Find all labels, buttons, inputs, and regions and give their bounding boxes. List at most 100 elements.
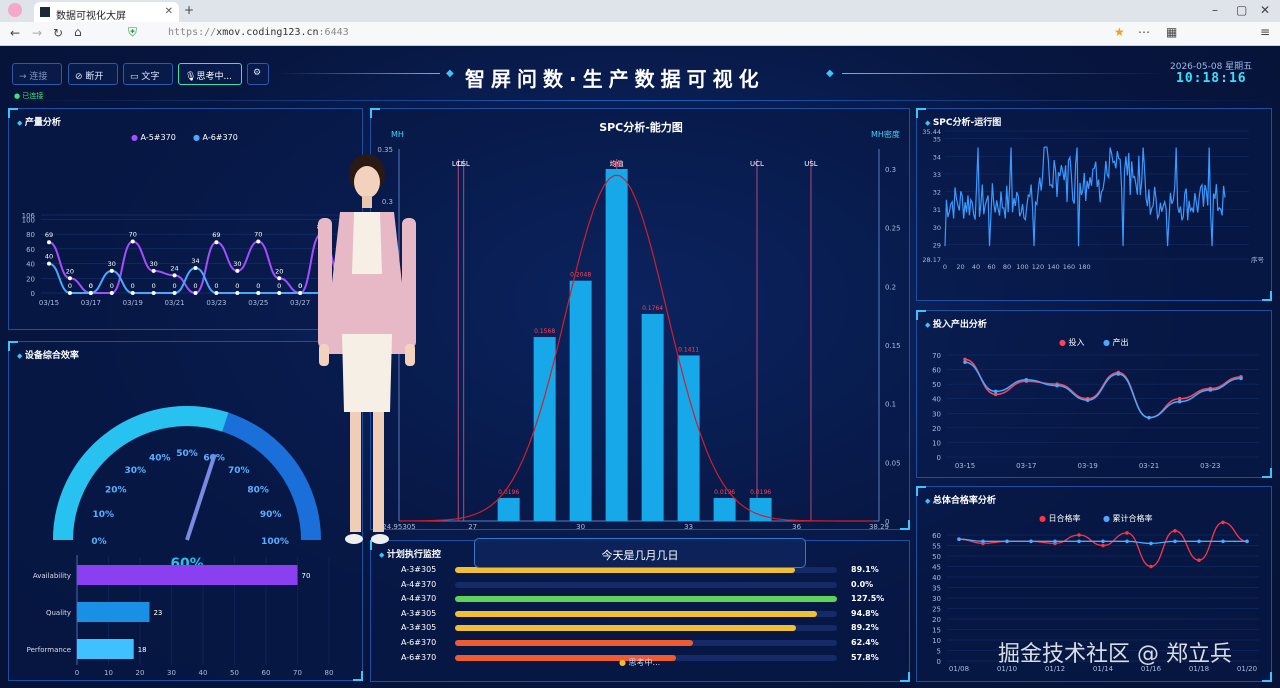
- io-panel: 投入产出分析 ● 投入 ● 产出 01020304050607003-1503-…: [916, 310, 1272, 478]
- url-field[interactable]: https://xmov.coding123.cn:6443: [168, 27, 349, 38]
- efficiency-bar-value: 18: [138, 646, 147, 654]
- home-icon[interactable]: ⌂: [74, 25, 82, 39]
- forward-icon[interactable]: →: [32, 26, 42, 40]
- quality-point: [957, 537, 961, 541]
- text-button[interactable]: ▭ 文字: [123, 63, 173, 85]
- run-line: [944, 146, 1226, 247]
- browser-tab[interactable]: 数据可视化大屏 ✕: [34, 2, 179, 22]
- run-ytick: 34: [933, 153, 941, 161]
- production-point: [172, 273, 177, 278]
- gauge-tick-label: 90%: [260, 510, 282, 520]
- menu-icon[interactable]: ≡: [1260, 25, 1270, 39]
- connect-button[interactable]: → 连接: [12, 63, 62, 85]
- run-xtick: 80: [1003, 263, 1011, 271]
- thinking-button[interactable]: 🎙思考中...: [178, 63, 242, 85]
- efficiency-bar-value: 70: [302, 572, 311, 580]
- efficiency-xtick: 10: [104, 669, 113, 677]
- io-line-output: [964, 361, 1242, 419]
- io-point: [963, 360, 967, 365]
- quality-ytick: 45: [932, 564, 941, 572]
- production-ytick: 20: [26, 275, 35, 283]
- production-point: [277, 291, 282, 295]
- run-xtick: 60: [987, 263, 995, 271]
- window-minimize-icon[interactable]: –: [1212, 3, 1218, 17]
- window-close-icon[interactable]: ✕: [1260, 3, 1270, 17]
- quality-point: [1245, 539, 1249, 544]
- plan-row-track: [455, 596, 837, 603]
- shield-icon[interactable]: ⛨: [128, 25, 137, 40]
- production-data-label: 69: [212, 231, 220, 239]
- io-point: [1116, 372, 1121, 376]
- spc-run-panel: SPC分析-运行图 28.172930313233343535.44020406…: [916, 108, 1272, 301]
- spc-ytick-right: 0.05: [885, 459, 901, 467]
- run-xtick: 100: [1016, 263, 1028, 271]
- reload-icon[interactable]: ↻: [53, 26, 63, 40]
- efficiency-bar-chart: 0 10 20 30 40 50 60 70 80 Availability 70 Quality 23…: [27, 555, 333, 677]
- spc-xtick: 30: [576, 523, 585, 531]
- plan-row: A-3#305 94.8%: [371, 607, 901, 621]
- efficiency-xtick: 0: [75, 669, 79, 677]
- io-ytick: 10: [932, 439, 941, 447]
- production-data-label: 0: [235, 282, 239, 290]
- new-tab-icon[interactable]: +: [184, 3, 194, 17]
- production-data-label: 0: [173, 282, 177, 290]
- production-data-label: 70: [129, 230, 137, 238]
- spc-marker-label: USL: [804, 160, 818, 168]
- quality-point: [1173, 539, 1177, 544]
- production-xtick: 03/15: [39, 299, 59, 307]
- efficiency-xtick: 30: [167, 669, 176, 677]
- window-maximize-icon[interactable]: ▢: [1236, 3, 1247, 17]
- production-xtick: 03/17: [81, 299, 101, 307]
- plan-row-fill: [455, 610, 818, 617]
- spc-marker-label: LSL: [458, 160, 470, 168]
- header-diamond-left-icon: ◆: [446, 68, 454, 79]
- subtitle-bubble: 今天是几月几日: [474, 538, 806, 568]
- efficiency-bar-label: Availability: [33, 572, 71, 580]
- plan-row-value: 94.8%: [851, 608, 879, 618]
- spc-ytick-right: 0.1: [885, 401, 896, 409]
- run-xtick: 40: [972, 263, 980, 271]
- quality-point: [1053, 539, 1057, 544]
- star-icon[interactable]: ★: [1114, 25, 1125, 39]
- spc-bar-label: 0.1568: [534, 328, 555, 335]
- gauge-needle: [185, 453, 217, 541]
- settings-gear-icon[interactable]: ⚙: [247, 63, 269, 85]
- spc-xtick: 27: [468, 523, 477, 531]
- run-ytick: 32: [933, 189, 941, 197]
- more-icon[interactable]: ⋯: [1138, 25, 1150, 39]
- tab-title: 数据可视化大屏: [56, 11, 126, 22]
- io-xtick: 03-15: [955, 462, 975, 470]
- gauge-tick-label: 10%: [93, 510, 115, 520]
- back-icon[interactable]: ←: [10, 26, 20, 40]
- profile-avatar-icon[interactable]: [8, 3, 22, 17]
- extensions-icon[interactable]: ▦: [1166, 25, 1177, 39]
- plan-row-label: A-3#305: [401, 608, 437, 618]
- production-point: [277, 276, 282, 281]
- quality-ytick: 5: [937, 648, 941, 656]
- quality-ytick: 25: [932, 606, 941, 614]
- run-xtick: 160: [1063, 263, 1075, 271]
- efficiency-xtick: 70: [293, 669, 302, 677]
- efficiency-bar-quality: [77, 602, 150, 622]
- efficiency-title: 设备综合效率: [17, 348, 79, 361]
- gauge-fill: [53, 406, 229, 541]
- production-data-label: 0: [256, 282, 260, 290]
- production-xtick: 03/19: [123, 299, 143, 307]
- production-data-label: 0: [68, 282, 72, 290]
- spc-bar-label: 0.3: [612, 160, 622, 167]
- io-ytick: 70: [932, 352, 941, 360]
- efficiency-bar-label: Quality: [46, 609, 71, 617]
- production-point: [88, 291, 93, 295]
- disconnect-button[interactable]: ⊘ 断开: [68, 63, 118, 85]
- io-point: [1147, 415, 1151, 420]
- watermark: 掘金技术社区 @ 郑立兵: [998, 642, 1232, 667]
- quality-point: [1077, 539, 1081, 544]
- production-point: [193, 291, 198, 295]
- io-chart: 0 10 20 30 40 50 60 70 03-15 03-17 03-19 03-21 03-23: [932, 352, 1259, 470]
- production-point: [256, 291, 261, 295]
- quality-point: [1197, 539, 1201, 544]
- plan-row-value: 89.1%: [851, 565, 879, 574]
- spc-bar: [641, 314, 664, 521]
- plan-row-label: A-6#370: [401, 638, 437, 647]
- tab-close-icon[interactable]: ✕: [165, 6, 173, 17]
